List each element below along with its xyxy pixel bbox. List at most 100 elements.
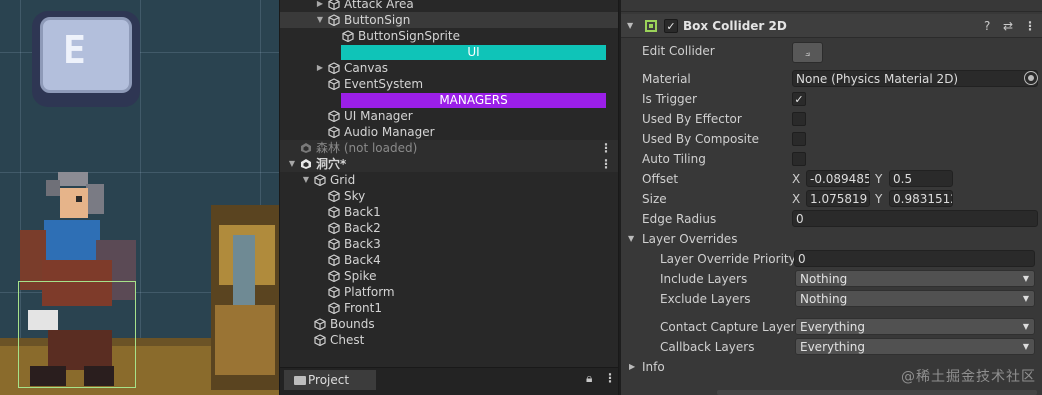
include-layers-dropdown[interactable]: Nothing ▼	[795, 270, 1035, 287]
used-by-effector-checkbox[interactable]	[792, 112, 806, 126]
hierarchy-row[interactable]: ▼ ButtonSign	[280, 12, 618, 28]
offset-x-field[interactable]: -0.089485	[806, 170, 870, 187]
material-field[interactable]: None (Physics Material 2D)	[792, 70, 1038, 87]
layer-override-priority-label: Layer Override Priority	[660, 252, 796, 266]
gameobject-cube-icon	[328, 238, 340, 251]
layer-overrides-label[interactable]: Layer Overrides	[642, 230, 737, 248]
component-title: Box Collider 2D	[683, 19, 787, 33]
collapse-arrow-icon[interactable]: ▼	[300, 172, 312, 188]
size-x-axis-label: X	[792, 192, 801, 206]
hierarchy-row-label: Back4	[344, 253, 381, 267]
armor-stand-sprite[interactable]	[205, 205, 279, 390]
contact-capture-layers-dropdown[interactable]: Everything ▼	[795, 318, 1035, 335]
gameobject-cube-icon	[328, 206, 340, 219]
auto-tiling-checkbox[interactable]	[792, 152, 806, 166]
gameobject-cube-icon	[328, 222, 340, 235]
hierarchy-row[interactable]: ▶ Attack Area	[280, 0, 618, 12]
gameobject-cube-icon	[328, 302, 340, 315]
hierarchy-row[interactable]: Audio Manager	[280, 124, 618, 140]
hierarchy-row-label: 洞穴*	[316, 157, 347, 171]
hierarchy-row[interactable]: Front1	[280, 300, 618, 316]
hierarchy-scene-row[interactable]: ▼ 洞穴* ⋮	[280, 156, 618, 172]
expand-arrow-icon[interactable]: ▶	[314, 0, 326, 12]
box-collider-icon	[645, 20, 657, 32]
size-x-field[interactable]: 1.075819	[806, 190, 870, 207]
component-enabled-checkbox[interactable]: ✓	[664, 19, 678, 33]
scene-menu-icon[interactable]: ⋮	[600, 156, 612, 172]
used-by-composite-checkbox[interactable]	[792, 132, 806, 146]
hierarchy-row-label: Back1	[344, 205, 381, 219]
hierarchy-row[interactable]: Back3	[280, 236, 618, 252]
folder-icon	[294, 376, 306, 385]
button-sign-sprite[interactable]: E	[32, 11, 140, 107]
hierarchy-row-label: ButtonSignSprite	[358, 29, 460, 43]
offset-y-field[interactable]: 0.5	[889, 170, 953, 187]
dropdown-caret-icon: ▼	[1022, 322, 1029, 331]
collapse-arrow-icon[interactable]: ▼	[286, 156, 298, 172]
hierarchy-row[interactable]: Bounds	[280, 316, 618, 332]
hierarchy-row-label: Grid	[330, 173, 356, 187]
layer-override-priority-field[interactable]: 0	[794, 250, 1035, 267]
exclude-layers-label: Exclude Layers	[660, 292, 751, 306]
preset-icon[interactable]: ⇄	[1003, 14, 1013, 38]
hierarchy-row[interactable]: EventSystem	[280, 76, 618, 92]
component-menu-icon[interactable]: ⋮	[1024, 14, 1036, 38]
hierarchy-row-label: 森林 (not loaded)	[316, 141, 418, 155]
collapse-arrow-icon[interactable]: ▼	[314, 12, 326, 28]
info-fold-icon[interactable]: ▶	[629, 358, 635, 376]
inspector-panel[interactable]: ▼ ✓ Box Collider 2D ? ⇄ ⋮ Edit Collider …	[621, 0, 1042, 395]
hierarchy-row[interactable]: Spike	[280, 268, 618, 284]
hierarchy-row[interactable]: Sky	[280, 188, 618, 204]
hierarchy-row-label: Front1	[344, 301, 382, 315]
hierarchy-row[interactable]: ▼ Grid	[280, 172, 618, 188]
callback-layers-value: Everything	[800, 340, 865, 354]
unity-scene-icon	[300, 158, 312, 170]
hierarchy-row-label: Chest	[330, 333, 365, 347]
hierarchy-row[interactable]: Back2	[280, 220, 618, 236]
expand-arrow-icon[interactable]: ▶	[314, 60, 326, 76]
size-label: Size	[642, 192, 667, 206]
component-header[interactable]: ▼ ✓ Box Collider 2D ? ⇄ ⋮	[621, 14, 1042, 38]
hierarchy-row[interactable]: Back1	[280, 204, 618, 220]
contact-capture-layers-label: Contact Capture Layers	[660, 320, 802, 334]
help-icon[interactable]: ?	[984, 14, 990, 38]
hierarchy-row[interactable]: UI Manager	[280, 108, 618, 124]
more-menu-icon[interactable]: ⋮	[604, 371, 616, 385]
hierarchy-banner-managers[interactable]: MANAGERS	[341, 93, 606, 108]
tab-project-label: Project	[308, 373, 350, 387]
hierarchy-row[interactable]: Platform	[280, 284, 618, 300]
hierarchy-row[interactable]: Back4	[280, 252, 618, 268]
hierarchy-row[interactable]: ButtonSignSprite	[280, 28, 618, 44]
size-y-axis-label: Y	[875, 192, 883, 206]
contact-capture-layers-value: Everything	[800, 320, 865, 334]
edge-radius-label: Edge Radius	[642, 212, 717, 226]
lock-icon[interactable]: 🔒︎	[586, 371, 592, 386]
exclude-layers-dropdown[interactable]: Nothing ▼	[795, 290, 1035, 307]
collider-gizmo[interactable]	[18, 281, 136, 388]
info-label[interactable]: Info	[642, 358, 665, 376]
hierarchy-row[interactable]: Chest	[280, 332, 618, 348]
gameobject-cube-icon	[328, 286, 340, 299]
callback-layers-dropdown[interactable]: Everything ▼	[795, 338, 1035, 355]
hierarchy-row-label: Sky	[344, 189, 366, 203]
scene-view[interactable]: E	[0, 0, 279, 395]
hierarchy-row[interactable]: ▶ Canvas	[280, 60, 618, 76]
gameobject-cube-icon	[328, 62, 340, 75]
tab-project[interactable]: Project	[284, 370, 376, 390]
edge-radius-field[interactable]: 0	[792, 210, 1038, 227]
hierarchy-banner-ui[interactable]: UI	[341, 45, 606, 60]
layer-overrides-fold-icon[interactable]: ▼	[628, 230, 634, 248]
edit-collider-button[interactable]: ⟓	[792, 42, 823, 63]
hierarchy-scene-row[interactable]: 森林 (not loaded) ⋮	[280, 140, 618, 156]
gameobject-cube-icon	[314, 334, 326, 347]
size-y-field[interactable]: 0.9831512	[889, 190, 953, 207]
used-by-effector-label: Used By Effector	[642, 112, 742, 126]
object-picker-icon[interactable]	[1024, 71, 1038, 85]
hierarchy-panel[interactable]: ▶ Attack Area ▼ ButtonSign ButtonSignSprite U…	[279, 0, 619, 395]
callback-layers-label: Callback Layers	[660, 340, 755, 354]
gameobject-cube-icon	[328, 254, 340, 267]
hierarchy-row-label: UI Manager	[344, 109, 413, 123]
scene-menu-icon[interactable]: ⋮	[600, 140, 612, 156]
fold-arrow-icon[interactable]: ▼	[627, 14, 633, 38]
is-trigger-checkbox[interactable]: ✓	[792, 92, 806, 106]
